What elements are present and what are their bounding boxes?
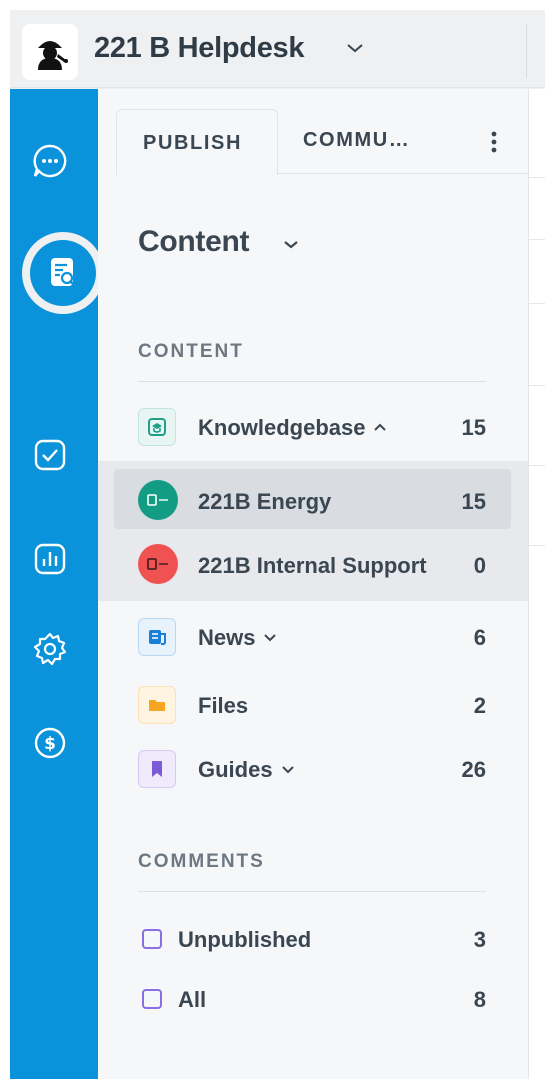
list-item-221b-energy[interactable]: 221B Energy 15 bbox=[98, 469, 528, 531]
item-label: Knowledgebase bbox=[198, 415, 366, 440]
list-item-all[interactable]: All 8 bbox=[98, 967, 528, 1029]
chevron-up-icon[interactable] bbox=[373, 422, 387, 432]
item-count: 15 bbox=[461, 489, 486, 514]
item-label: 221B Energy bbox=[198, 489, 332, 514]
app-header: 221 B Helpdesk bbox=[10, 10, 545, 88]
item-label: Guides bbox=[198, 757, 273, 782]
tab-publish[interactable]: PUBLISH bbox=[116, 109, 278, 175]
content-group-label: CONTENT bbox=[138, 341, 244, 362]
comments-group-label: COMMENTS bbox=[138, 851, 265, 872]
list-item-unpublished[interactable]: Unpublished 3 bbox=[98, 907, 528, 969]
item-label: Unpublished bbox=[178, 927, 312, 952]
item-count: 0 bbox=[473, 553, 486, 578]
comments-group-divider bbox=[138, 891, 486, 892]
content-group-divider bbox=[138, 381, 486, 382]
checkbox-icon[interactable] bbox=[30, 435, 70, 475]
gear-icon[interactable] bbox=[30, 629, 70, 669]
tab-publish-label: PUBLISH bbox=[143, 132, 242, 154]
content-search-icon[interactable] bbox=[30, 240, 96, 306]
item-label: 221B Internal Support bbox=[198, 553, 427, 578]
item-count: 26 bbox=[461, 757, 486, 782]
checkbox[interactable] bbox=[142, 929, 162, 949]
chevron-down-icon[interactable] bbox=[346, 42, 364, 54]
list-item-files[interactable]: Files 2 bbox=[98, 673, 528, 735]
app-window: 221 B Helpdesk $ PUBLISH COMMU… Content … bbox=[10, 10, 545, 1079]
list-item-guides[interactable]: Guides 26 bbox=[98, 737, 528, 799]
item-count: 8 bbox=[473, 987, 486, 1012]
list-item-news[interactable]: News 6 bbox=[98, 605, 528, 667]
item-count: 3 bbox=[473, 927, 486, 952]
item-label: Files bbox=[198, 693, 249, 718]
more-options-icon[interactable] bbox=[488, 129, 500, 155]
graduation-cap-icon bbox=[138, 408, 176, 446]
dollar-icon[interactable]: $ bbox=[30, 723, 70, 763]
workspace-title[interactable]: 221 B Helpdesk bbox=[94, 32, 304, 65]
item-count: 15 bbox=[461, 415, 486, 440]
svg-text:$: $ bbox=[44, 734, 56, 754]
brand-logo-icon bbox=[138, 480, 178, 520]
main-content-edge bbox=[528, 89, 545, 1079]
chevron-down-icon[interactable] bbox=[263, 632, 277, 642]
analytics-icon[interactable] bbox=[30, 539, 70, 579]
chat-icon[interactable] bbox=[30, 141, 70, 181]
checkbox[interactable] bbox=[142, 989, 162, 1009]
publish-panel: PUBLISH COMMU… Content CONTENT Knowledge… bbox=[98, 89, 528, 1079]
section-title[interactable]: Content bbox=[138, 225, 250, 259]
chevron-down-icon[interactable] bbox=[282, 239, 300, 251]
panel-tabs: PUBLISH COMMU… bbox=[98, 89, 528, 175]
item-count: 6 bbox=[473, 625, 486, 650]
news-icon bbox=[138, 618, 176, 656]
header-divider bbox=[526, 24, 527, 78]
brand-logo-icon bbox=[138, 544, 178, 584]
tabs-divider bbox=[278, 173, 528, 174]
item-count: 2 bbox=[473, 693, 486, 718]
detective-logo-icon[interactable] bbox=[22, 24, 78, 80]
list-item-knowledgebase[interactable]: Knowledgebase 15 bbox=[98, 395, 528, 457]
bookmark-icon bbox=[138, 750, 176, 788]
tab-community-label: COMMU… bbox=[303, 129, 411, 151]
item-label: News bbox=[198, 625, 256, 650]
folder-icon bbox=[138, 686, 176, 724]
item-label: All bbox=[178, 987, 207, 1012]
tab-community[interactable]: COMMU… bbox=[303, 129, 410, 152]
list-item-221b-internal-support[interactable]: 221B Internal Support 0 bbox=[98, 533, 528, 595]
chevron-down-icon[interactable] bbox=[281, 764, 295, 774]
